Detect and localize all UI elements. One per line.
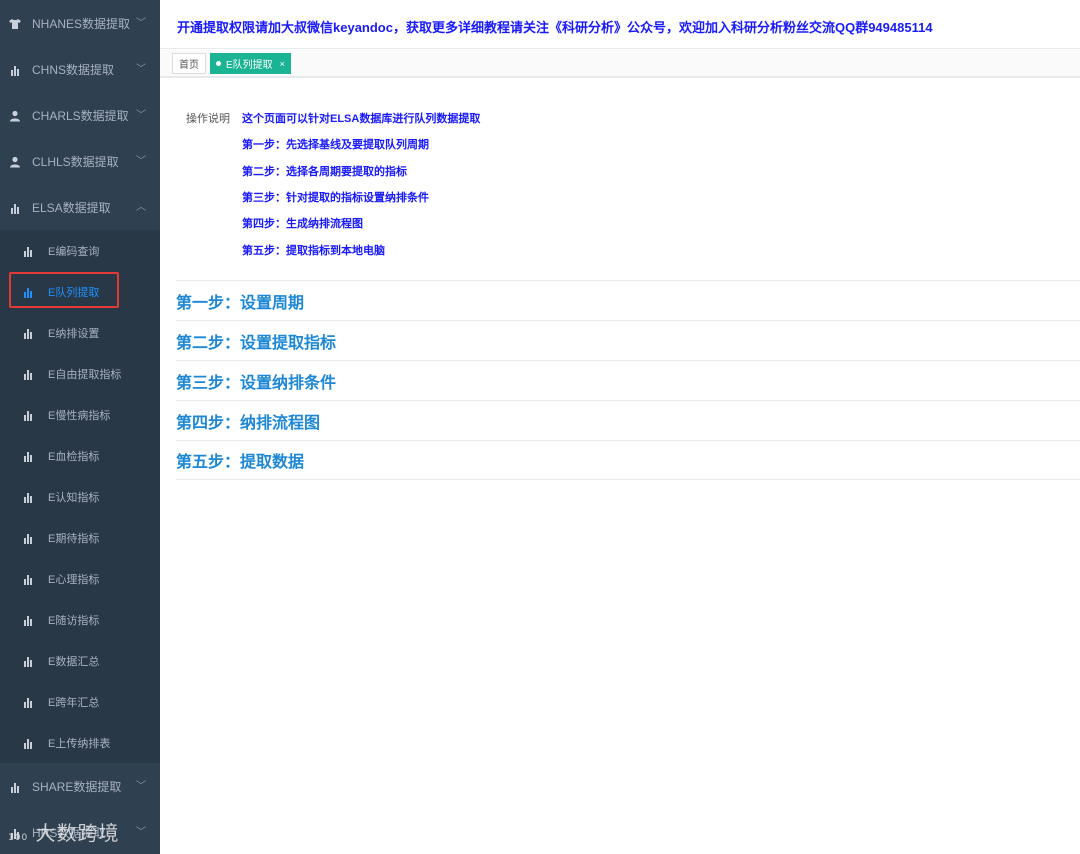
bar-chart-icon	[24, 491, 36, 503]
instruction-text: 第五步：提取指标到本地电脑	[242, 244, 385, 257]
submenu-item-e-upload[interactable]: E上传纳排表	[0, 722, 160, 763]
tab-label: 首页	[179, 60, 199, 71]
menu-clhls[interactable]: CLHLS数据提取 ﹀	[0, 138, 160, 184]
submenu-item-e-expectation[interactable]: E期待指标	[0, 517, 160, 558]
submenu-label: E血检指标	[48, 450, 100, 463]
instructions-label: 操作说明	[186, 113, 230, 126]
submenu-label: E心理指标	[48, 573, 100, 586]
sidebar: NHANES数据提取 ﹀ CHNS数据提取 ﹀ CHARLS数据提取 ﹀ CLH…	[0, 0, 160, 854]
active-dot-icon	[216, 61, 221, 66]
chevron-down-icon: ﹀	[136, 156, 146, 167]
chevron-down-icon: ﹀	[136, 18, 146, 29]
close-icon[interactable]: ×	[280, 59, 285, 69]
divider	[160, 48, 1080, 49]
submenu-label: E期待指标	[48, 532, 100, 545]
instruction-row: 第三步：针对提取的指标设置纳排条件	[186, 184, 480, 210]
user-icon	[8, 108, 22, 122]
step-1-set-period[interactable]: 第一步：设置周期	[176, 280, 1080, 320]
instruction-text: 第三步：针对提取的指标设置纳排条件	[242, 192, 429, 205]
chevron-up-icon: ︿	[136, 202, 146, 213]
bar-chart-icon	[24, 614, 36, 626]
submenu-label: E上传纳排表	[48, 737, 111, 750]
instruction-text: 第二步：选择各周期要提取的指标	[242, 165, 407, 178]
menu-charls[interactable]: CHARLS数据提取 ﹀	[0, 92, 160, 138]
bar-chart-icon	[24, 327, 36, 339]
instruction-row: 第四步：生成纳排流程图	[186, 210, 480, 236]
bar-chart-icon	[24, 409, 36, 421]
menu-share[interactable]: SHARE数据提取 ﹀	[0, 763, 160, 809]
bar-chart-icon	[24, 655, 36, 667]
instruction-row: 第一步：先选择基线及要提取队列周期	[186, 131, 480, 157]
instruction-row: 第五步：提取指标到本地电脑	[186, 236, 480, 262]
submenu-item-e-blood[interactable]: E血检指标	[0, 435, 160, 476]
submenu-label: E慢性病指标	[48, 409, 111, 422]
chevron-down-icon: ﹀	[136, 781, 146, 792]
bar-chart-icon	[24, 245, 36, 257]
instruction-text: 第一步：先选择基线及要提取队列周期	[242, 139, 429, 152]
bar-chart-icon	[8, 200, 22, 214]
permission-notice: 开通提取权限请加大叔微信keyandoc，获取更多详细教程请关注《科研分析》公众…	[177, 20, 933, 35]
submenu-label: E认知指标	[48, 491, 100, 504]
submenu-item-e-cross-year[interactable]: E跨年汇总	[0, 681, 160, 722]
submenu-item-e-cohort-extract[interactable]: E队列提取	[0, 271, 160, 312]
step-4-flowchart[interactable]: 第四步：纳排流程图	[176, 400, 1080, 440]
step-3-set-inclusion[interactable]: 第三步：设置纳排条件	[176, 360, 1080, 400]
step-5-extract-data[interactable]: 第五步：提取数据	[176, 440, 1080, 480]
submenu-label: E数据汇总	[48, 655, 100, 668]
menu-elsa[interactable]: ELSA数据提取 ︿	[0, 184, 160, 230]
menu-nhanes[interactable]: NHANES数据提取 ﹀	[0, 0, 160, 46]
steps-panel: 第一步：设置周期 第二步：设置提取指标 第三步：设置纳排条件 第四步：纳排流程图…	[176, 280, 1080, 480]
step-2-set-indicators[interactable]: 第二步：设置提取指标	[176, 320, 1080, 360]
submenu-label: E跨年汇总	[48, 696, 100, 709]
chevron-down-icon: ﹀	[136, 827, 146, 838]
menu-chns[interactable]: CHNS数据提取 ﹀	[0, 46, 160, 92]
submenu-item-e-code-query[interactable]: E编码查询	[0, 230, 160, 271]
bar-chart-icon	[24, 737, 36, 749]
instruction-text: 第四步：生成纳排流程图	[242, 218, 363, 231]
submenu-label: E自由提取指标	[48, 368, 122, 381]
selection-highlight	[9, 272, 119, 308]
submenu-item-e-psychology[interactable]: E心理指标	[0, 558, 160, 599]
chevron-down-icon: ﹀	[136, 110, 146, 121]
tab-home[interactable]: 首页	[172, 53, 206, 74]
tab-label: E队列提取	[226, 60, 273, 71]
watermark-logo: 100 大数跨境	[8, 821, 120, 845]
submenu-item-e-free-extract[interactable]: E自由提取指标	[0, 353, 160, 394]
main-content: 开通提取权限请加大叔微信keyandoc，获取更多详细教程请关注《科研分析》公众…	[160, 0, 1080, 854]
elsa-submenu: E编码查询 E队列提取 E纳排设置 E自由提取指标 E慢性病指标 E血检指标 E…	[0, 230, 160, 763]
submenu-item-e-summary[interactable]: E数据汇总	[0, 640, 160, 681]
bar-chart-icon	[24, 573, 36, 585]
bar-chart-icon	[24, 450, 36, 462]
submenu-item-e-chronic[interactable]: E慢性病指标	[0, 394, 160, 435]
submenu-item-e-inclusion-settings[interactable]: E纳排设置	[0, 312, 160, 353]
bar-chart-icon	[8, 779, 22, 793]
submenu-item-e-cognition[interactable]: E认知指标	[0, 476, 160, 517]
instructions: 操作说明 这个页面可以针对ELSA数据库进行队列数据提取 第一步：先选择基线及要…	[186, 105, 480, 263]
instruction-row: 第二步：选择各周期要提取的指标	[186, 158, 480, 184]
bar-chart-icon	[24, 532, 36, 544]
chevron-down-icon: ﹀	[136, 64, 146, 75]
submenu-item-e-followup[interactable]: E随访指标	[0, 599, 160, 640]
submenu-label: E编码查询	[48, 245, 100, 258]
tab-e-cohort-extract[interactable]: E队列提取 ×	[210, 53, 291, 74]
bar-chart-icon	[24, 696, 36, 708]
user-icon	[8, 154, 22, 168]
bar-chart-icon	[8, 62, 22, 76]
shirt-icon	[8, 16, 22, 30]
submenu-label: E纳排设置	[48, 327, 100, 340]
bar-chart-icon	[24, 368, 36, 380]
submenu-label: E随访指标	[48, 614, 100, 627]
instruction-text: 这个页面可以针对ELSA数据库进行队列数据提取	[242, 113, 481, 126]
tab-bar: 首页 E队列提取 ×	[160, 50, 1080, 78]
instruction-row: 操作说明 这个页面可以针对ELSA数据库进行队列数据提取	[186, 105, 480, 131]
